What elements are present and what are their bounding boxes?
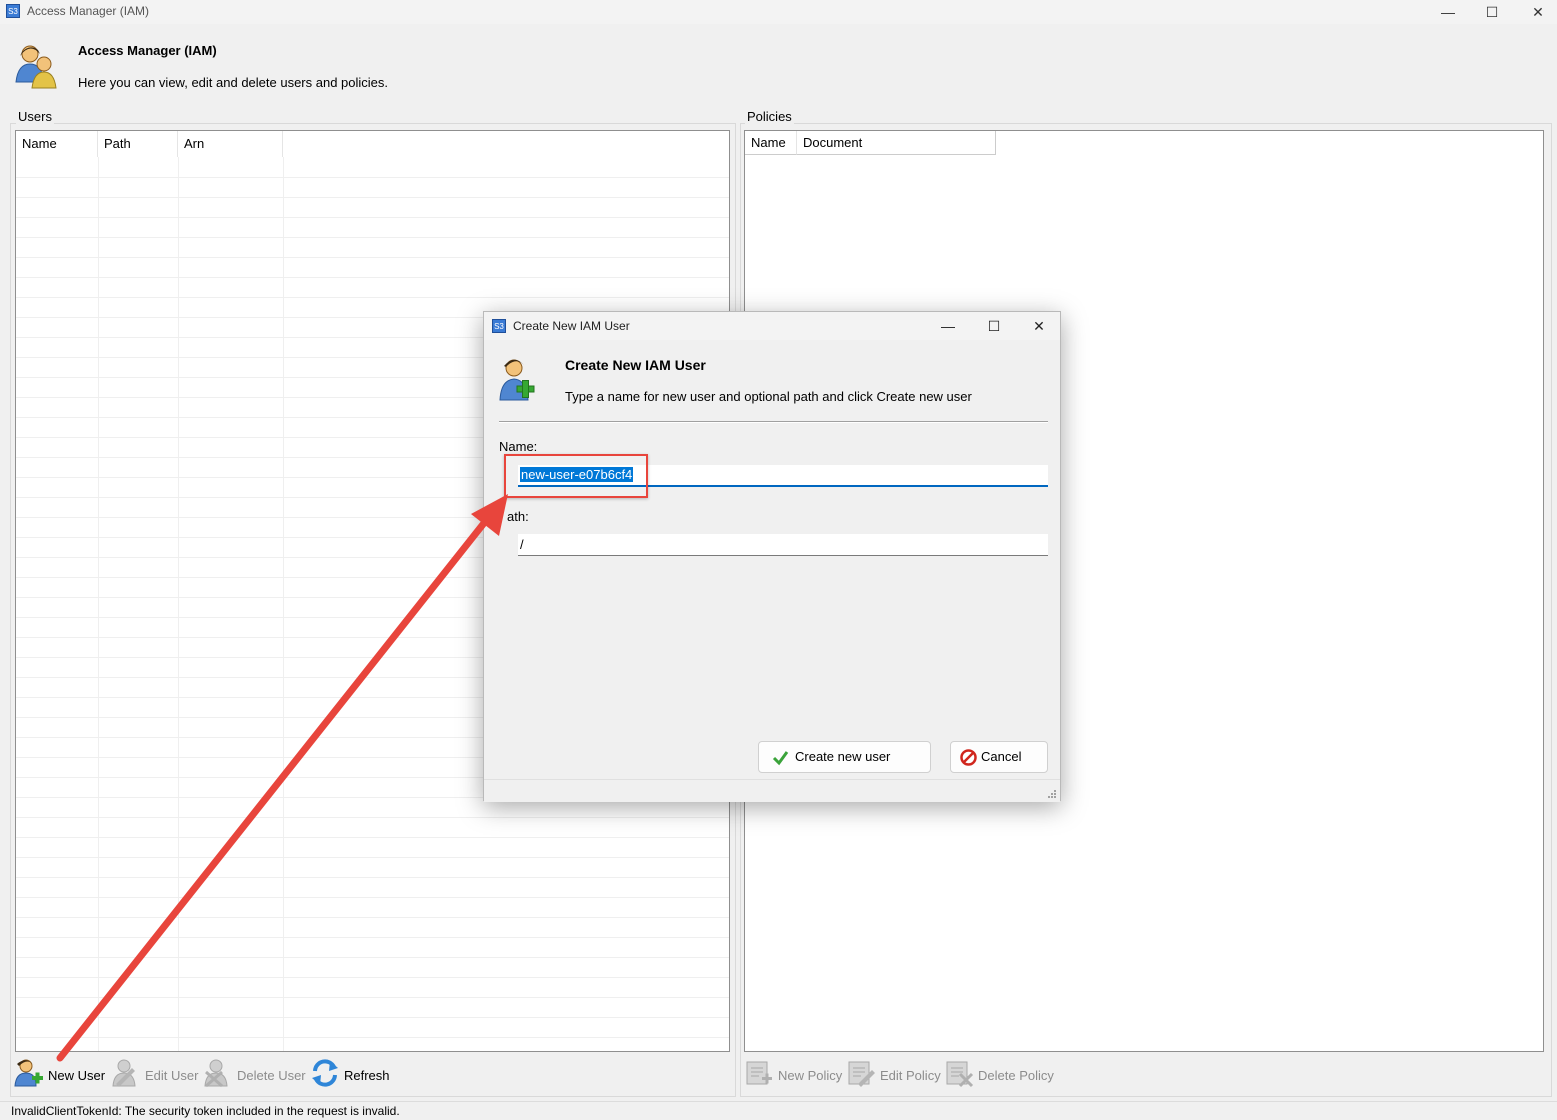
- users-group-label: Users: [16, 109, 54, 124]
- add-user-icon: [14, 1059, 43, 1087]
- dialog-footer: [484, 779, 1060, 802]
- grid-row-line: [16, 1037, 729, 1038]
- dialog-separator: [499, 421, 1048, 423]
- column-header-document[interactable]: Document: [797, 131, 996, 155]
- grid-row-line: [16, 177, 729, 178]
- new-user-label: New User: [48, 1068, 106, 1083]
- grid-row-line: [16, 217, 729, 218]
- new-policy-button[interactable]: New Policy: [744, 1058, 842, 1085]
- path-label: ath:: [507, 509, 529, 524]
- app-icon: S3: [6, 4, 20, 18]
- grid-row-line: [16, 917, 729, 918]
- create-new-user-button[interactable]: Create new user: [758, 741, 931, 773]
- grid-row-line: [16, 197, 729, 198]
- edit-policy-label: Edit Policy: [880, 1068, 941, 1083]
- column-header-name[interactable]: Name: [16, 131, 98, 157]
- check-icon: [772, 751, 789, 766]
- grid-row-line: [16, 897, 729, 898]
- new-policy-label: New Policy: [778, 1068, 843, 1083]
- add-user-icon: [499, 359, 535, 401]
- delete-policy-button[interactable]: Delete Policy: [944, 1058, 1054, 1088]
- new-policy-icon: [746, 1061, 772, 1085]
- create-new-user-label: Create new user: [795, 749, 891, 764]
- edit-user-label: Edit User: [145, 1068, 199, 1083]
- delete-user-icon: [204, 1059, 228, 1088]
- page-description: Here you can view, edit and delete users…: [78, 75, 389, 90]
- grid-column-line: [283, 157, 284, 1051]
- grid-column-line: [178, 157, 179, 1051]
- grid-row-line: [16, 277, 729, 278]
- refresh-label: Refresh: [344, 1068, 390, 1083]
- grid-column-line: [98, 157, 99, 1051]
- annotation-highlight-box: [504, 454, 648, 498]
- refresh-button[interactable]: Refresh: [310, 1058, 390, 1087]
- create-user-dialog: S3 Create New IAM User — ☐ ✕ Create New …: [483, 311, 1061, 802]
- resize-grip-icon[interactable]: [1047, 789, 1057, 799]
- grid-row-line: [16, 977, 729, 978]
- window-titlebar: S3 Access Manager (IAM) — ☐ ✕: [0, 0, 1557, 24]
- grid-row-line: [16, 997, 729, 998]
- column-header-path[interactable]: Path: [98, 131, 178, 157]
- users-icon: [15, 45, 57, 89]
- page-title: Access Manager (IAM): [78, 43, 217, 58]
- column-header-policy-name[interactable]: Name: [745, 131, 797, 155]
- status-bar: InvalidClientTokenId: The security token…: [0, 1101, 1557, 1119]
- grid-row-line: [16, 857, 729, 858]
- policies-group-label: Policies: [745, 109, 794, 124]
- close-button[interactable]: ✕: [1515, 0, 1557, 24]
- delete-policy-label: Delete Policy: [978, 1068, 1054, 1083]
- minimize-button[interactable]: —: [1425, 0, 1471, 24]
- cancel-label: Cancel: [981, 749, 1022, 764]
- dialog-minimize-button[interactable]: —: [925, 312, 971, 340]
- path-field[interactable]: /: [518, 534, 1048, 556]
- grid-row-line: [16, 837, 729, 838]
- name-label: Name:: [499, 439, 538, 454]
- dialog-titlebar: S3 Create New IAM User — ☐ ✕: [484, 312, 1060, 340]
- grid-row-line: [16, 237, 729, 238]
- delete-user-label: Delete User: [237, 1068, 306, 1083]
- grid-row-line: [16, 937, 729, 938]
- column-header-arn[interactable]: Arn: [178, 131, 283, 157]
- dialog-description: Type a name for new user and optional pa…: [565, 389, 972, 404]
- edit-user-button[interactable]: Edit User: [110, 1058, 200, 1087]
- edit-policy-button[interactable]: Edit Policy: [846, 1058, 941, 1087]
- grid-row-line: [16, 1017, 729, 1018]
- cancel-button[interactable]: Cancel: [950, 741, 1048, 773]
- dialog-title: Create New IAM User: [513, 319, 630, 333]
- edit-user-icon: [112, 1059, 136, 1087]
- dialog-app-icon: S3: [492, 319, 506, 333]
- grid-row-line: [16, 957, 729, 958]
- grid-row-line: [16, 877, 729, 878]
- dialog-heading: Create New IAM User: [565, 357, 706, 373]
- dialog-close-button[interactable]: ✕: [1016, 312, 1062, 340]
- dialog-maximize-button[interactable]: ☐: [971, 312, 1017, 340]
- maximize-button[interactable]: ☐: [1469, 0, 1515, 24]
- path-field-value: /: [520, 537, 524, 552]
- refresh-icon: [312, 1059, 338, 1087]
- cancel-icon: [960, 749, 977, 766]
- new-user-button[interactable]: New User: [14, 1058, 106, 1087]
- grid-row-line: [16, 257, 729, 258]
- delete-user-button[interactable]: Delete User: [202, 1058, 306, 1088]
- edit-policy-icon: [848, 1061, 875, 1087]
- delete-policy-icon: [946, 1061, 974, 1088]
- grid-row-line: [16, 297, 729, 298]
- grid-row-line: [16, 817, 729, 818]
- window-title: Access Manager (IAM): [27, 4, 150, 18]
